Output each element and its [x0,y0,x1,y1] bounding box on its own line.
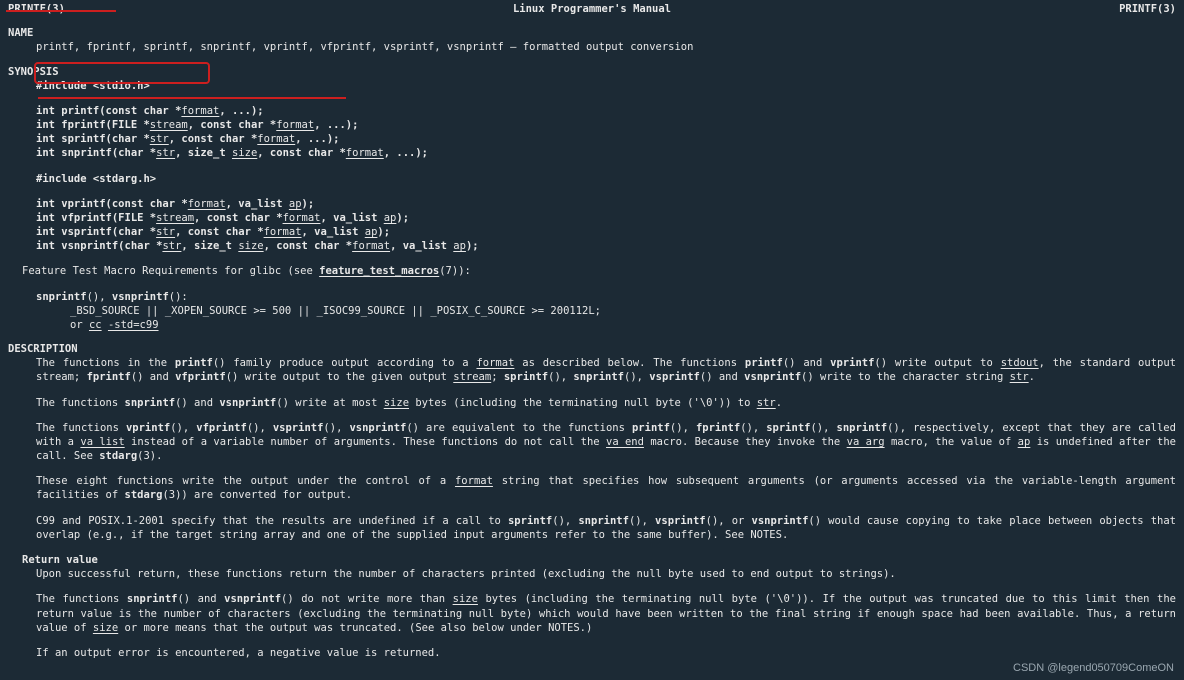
section-name-title: NAME [8,26,1176,40]
desc-p1: The functions in the printf() family pro… [8,356,1176,384]
decl-vsprintf: int vsprintf(char *str, const char *form… [8,225,1176,239]
rv-p2: The functions snprintf() and vsnprintf()… [8,592,1176,635]
decl-vsnprintf: int vsnprintf(char *str, size_t size, co… [8,239,1176,253]
name-line: printf, fprintf, sprintf, snprintf, vpri… [8,40,1176,54]
section-synopsis-title: SYNOPSIS [8,65,1176,79]
desc-p5: C99 and POSIX.1-2001 specify that the re… [8,514,1176,542]
rv-p1: Upon successful return, these functions … [8,567,1176,581]
header-right: PRINTF(3) [1119,2,1176,16]
include-stdarg: #include <stdarg.h> [8,172,1176,186]
ftm-funcs: snprintf(), vsnprintf(): [8,290,1176,304]
ftm-req: _BSD_SOURCE || _XOPEN_SOURCE >= 500 || _… [8,304,1176,318]
watermark: CSDN @legend050709ComeON [1013,661,1174,676]
return-value-title: Return value [8,553,1176,567]
decl-vprintf: int vprintf(const char *format, va_list … [8,197,1176,211]
desc-p3: The functions vprintf(), vfprintf(), vsp… [8,421,1176,464]
desc-p2: The functions snprintf() and vsnprintf()… [8,396,1176,410]
ftm-intro: Feature Test Macro Requirements for glib… [8,264,1176,278]
rv-p3: If an output error is encountered, a neg… [8,646,1176,660]
ftm-or: or cc -std=c99 [8,318,1176,332]
header-center: Linux Programmer's Manual [65,2,1119,16]
annotation-underline-title [6,10,116,12]
section-description-title: DESCRIPTION [8,342,1176,356]
decl-snprintf: int snprintf(char *str, size_t size, con… [8,146,1176,160]
decl-printf: int printf(const char *format, ...); [8,104,1176,118]
man-header: PRINTF(3) Linux Programmer's Manual PRIN… [8,2,1176,16]
include-stdio: #include <stdio.h> [8,79,1176,93]
decl-fprintf: int fprintf(FILE *stream, const char *fo… [8,118,1176,132]
decl-sprintf: int sprintf(char *str, const char *forma… [8,132,1176,146]
annotation-underline-printf-decl [38,97,346,99]
desc-p4: These eight functions write the output u… [8,474,1176,502]
decl-vfprintf: int vfprintf(FILE *stream, const char *f… [8,211,1176,225]
